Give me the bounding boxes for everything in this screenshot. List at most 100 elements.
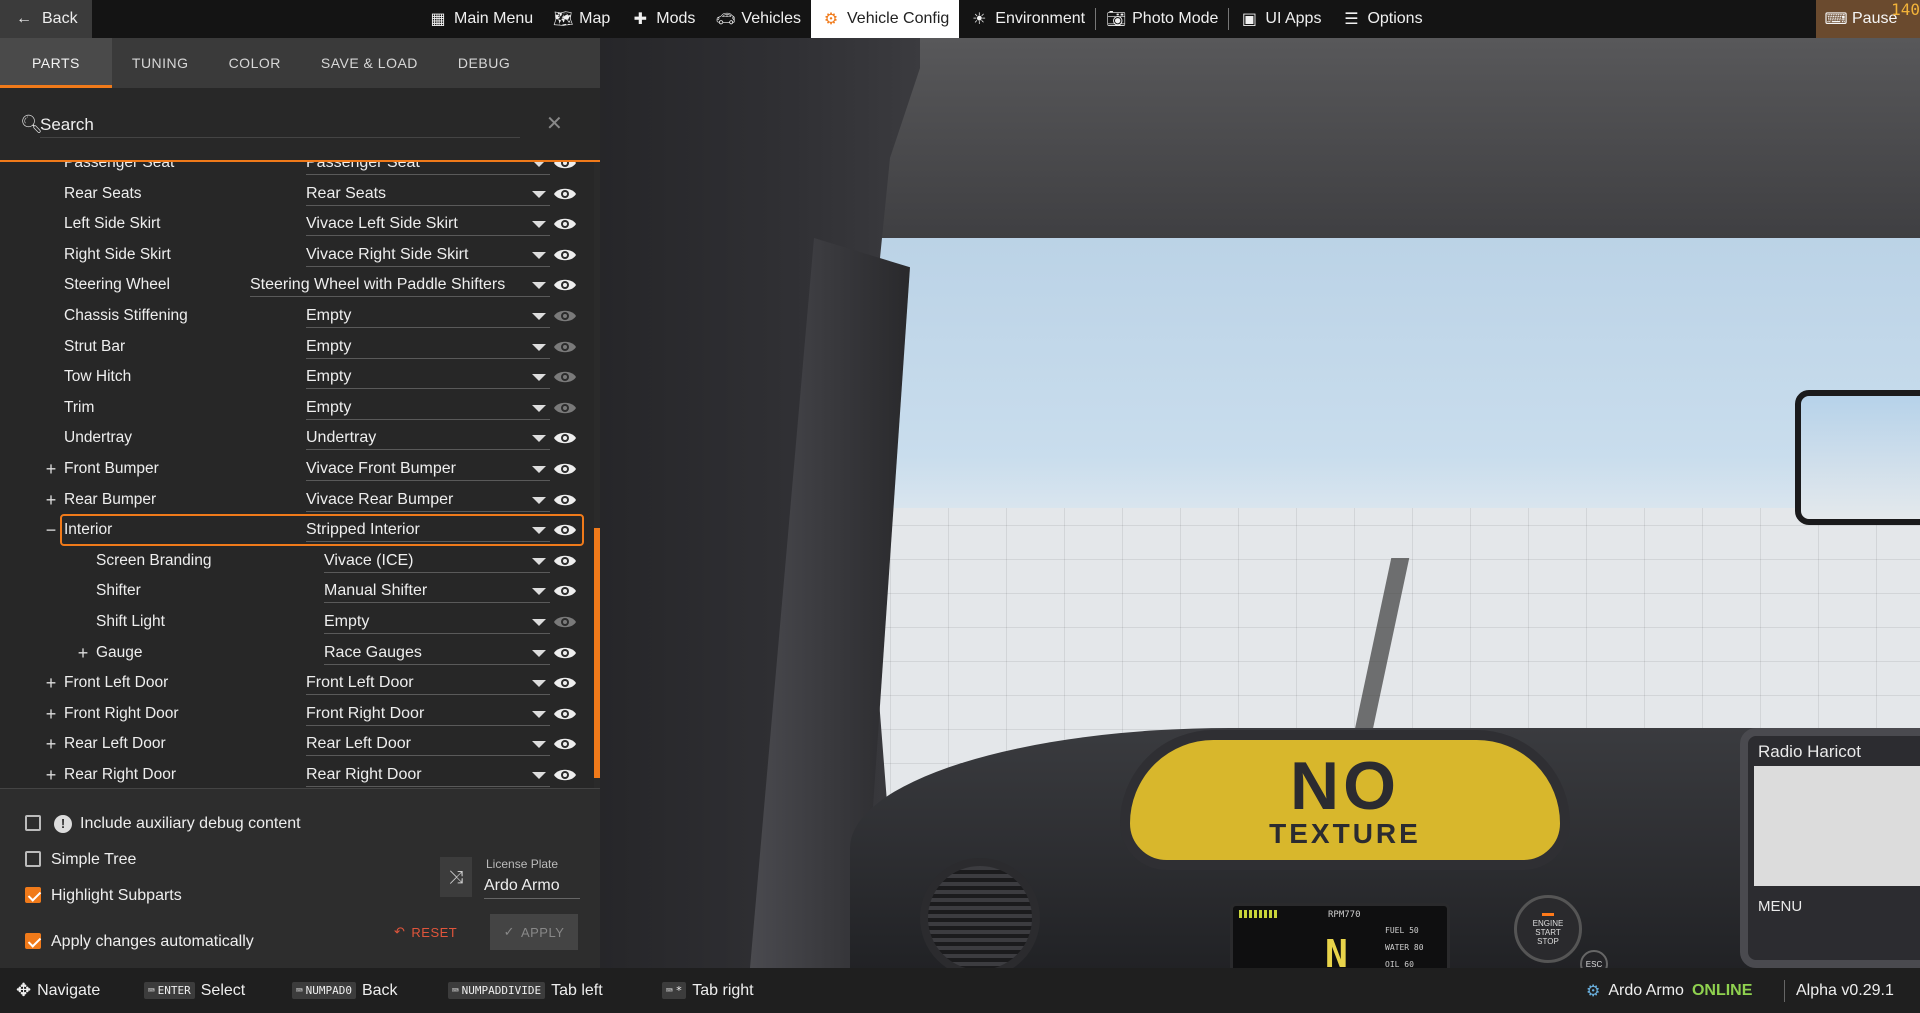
part-value-select[interactable]: Race Gauges <box>324 641 550 665</box>
eye-icon[interactable] <box>553 522 577 538</box>
part-value-select[interactable]: Empty <box>306 396 550 420</box>
eye-icon[interactable] <box>553 492 577 508</box>
eye-icon[interactable] <box>553 216 577 232</box>
part-value-select[interactable]: Rear Right Door <box>306 763 550 787</box>
part-row[interactable]: Tow Hitch Empty <box>0 362 594 392</box>
chevron-down-icon[interactable] <box>532 162 546 167</box>
chevron-down-icon[interactable] <box>532 557 546 565</box>
part-row[interactable]: Left Side Skirt Vivace Left Side Skirt <box>0 209 594 239</box>
eye-icon[interactable] <box>553 614 577 630</box>
eye-icon[interactable] <box>553 553 577 569</box>
apply-button[interactable]: ✓ APPLY <box>490 914 578 950</box>
expand-icon[interactable]: + <box>44 673 58 694</box>
expand-icon[interactable]: + <box>44 765 58 786</box>
nav-vehicle-config[interactable]: ⚙ Vehicle Config <box>811 0 960 38</box>
chevron-down-icon[interactable] <box>532 465 546 473</box>
chevron-down-icon[interactable] <box>532 526 546 534</box>
eye-icon[interactable] <box>553 186 577 202</box>
part-row[interactable]: Screen Branding Vivace (ICE) <box>0 546 594 576</box>
eye-icon[interactable] <box>553 430 577 446</box>
back-button[interactable]: ← Back <box>0 0 92 38</box>
chevron-down-icon[interactable] <box>532 404 546 412</box>
part-value-select[interactable]: Rear Left Door <box>306 732 550 756</box>
part-value-select[interactable]: Vivace Front Bumper <box>306 457 550 481</box>
expand-icon[interactable]: + <box>44 734 58 755</box>
chevron-down-icon[interactable] <box>532 679 546 687</box>
apply-auto-checkbox[interactable] <box>25 933 41 949</box>
eye-icon[interactable] <box>553 247 577 263</box>
eye-icon[interactable] <box>553 308 577 324</box>
part-row[interactable]: + Gauge Race Gauges <box>0 638 594 668</box>
license-plate-field[interactable]: Ardo Armo <box>484 873 580 899</box>
part-value-select[interactable]: Manual Shifter <box>324 579 550 603</box>
part-row[interactable]: Rear Seats Rear Seats <box>0 179 594 209</box>
part-value-select[interactable]: Stripped Interior <box>306 518 550 542</box>
expand-icon[interactable]: + <box>76 643 90 664</box>
part-row[interactable]: Right Side Skirt Vivace Right Side Skirt <box>0 240 594 270</box>
chevron-down-icon[interactable] <box>532 434 546 442</box>
eye-icon[interactable] <box>553 369 577 385</box>
part-value-select[interactable]: Rear Seats <box>306 182 550 206</box>
expand-icon[interactable]: + <box>44 459 58 480</box>
eye-icon[interactable] <box>553 339 577 355</box>
part-value-select[interactable]: Front Left Door <box>306 671 550 695</box>
eye-icon[interactable] <box>553 767 577 783</box>
part-row[interactable]: + Front Left Door Front Left Door <box>0 668 594 698</box>
scrollbar-thumb[interactable] <box>594 528 600 778</box>
part-row[interactable]: + Front Bumper Vivace Front Bumper <box>0 454 594 484</box>
chevron-down-icon[interactable] <box>532 618 546 626</box>
collapse-icon[interactable]: − <box>44 520 58 541</box>
nav-main-menu[interactable]: ▦ Main Menu <box>418 0 543 38</box>
part-row[interactable]: Steering Wheel Steering Wheel with Paddle… <box>0 270 594 300</box>
eye-icon[interactable] <box>553 162 577 171</box>
chevron-down-icon[interactable] <box>532 740 546 748</box>
eye-icon[interactable] <box>553 706 577 722</box>
part-row[interactable]: + Rear Bumper Vivace Rear Bumper <box>0 485 594 515</box>
eye-icon[interactable] <box>553 736 577 752</box>
part-row[interactable]: Shifter Manual Shifter <box>0 576 594 606</box>
part-value-select[interactable]: Empty <box>306 304 550 328</box>
scrollbar[interactable] <box>594 162 600 788</box>
part-row[interactable]: + Front Right Door Front Right Door <box>0 699 594 729</box>
part-value-select[interactable]: Empty <box>306 365 550 389</box>
chevron-down-icon[interactable] <box>532 373 546 381</box>
part-row[interactable]: Passenger Seat Passenger Seat <box>0 162 594 178</box>
chevron-down-icon[interactable] <box>532 710 546 718</box>
eye-icon[interactable] <box>553 675 577 691</box>
tab-debug[interactable]: DEBUG <box>438 38 530 88</box>
chevron-down-icon[interactable] <box>532 251 546 259</box>
chevron-down-icon[interactable] <box>532 649 546 657</box>
nav-photo-mode[interactable]: 📷︎ Photo Mode <box>1096 0 1228 38</box>
expand-icon[interactable]: + <box>44 490 58 511</box>
expand-icon[interactable]: + <box>44 704 58 725</box>
reset-button[interactable]: ↶ RESET <box>394 915 457 949</box>
tab-parts[interactable]: PARTS <box>0 38 112 88</box>
part-value-select[interactable]: Passenger Seat <box>306 162 550 175</box>
part-value-select[interactable]: Empty <box>324 610 550 634</box>
search-input[interactable] <box>40 112 520 138</box>
part-row[interactable]: Shift Light Empty <box>0 607 594 637</box>
part-row[interactable]: Strut Bar Empty <box>0 332 594 362</box>
randomize-plate-button[interactable]: ⤨ <box>440 857 472 897</box>
part-value-select[interactable]: Vivace Rear Bumper <box>306 488 550 512</box>
chevron-down-icon[interactable] <box>532 190 546 198</box>
eye-icon[interactable] <box>553 645 577 661</box>
tab-save-load[interactable]: SAVE & LOAD <box>301 38 438 88</box>
part-value-select[interactable]: Front Right Door <box>306 702 550 726</box>
tab-tuning[interactable]: TUNING <box>112 38 209 88</box>
part-value-select[interactable]: Vivace Left Side Skirt <box>306 212 550 236</box>
eye-icon[interactable] <box>553 277 577 293</box>
part-value-select[interactable]: Steering Wheel with Paddle Shifters <box>250 273 550 297</box>
close-icon[interactable]: ✕ <box>546 111 563 136</box>
part-row[interactable]: Chassis Stiffening Empty <box>0 301 594 331</box>
part-row[interactable]: Undertray Undertray <box>0 423 594 453</box>
part-row[interactable]: + Rear Left Door Rear Left Door <box>0 729 594 759</box>
nav-mods[interactable]: ✚ Mods <box>620 0 705 38</box>
part-value-select[interactable]: Empty <box>306 335 550 359</box>
aux-debug-checkbox[interactable] <box>25 815 41 831</box>
nav-options[interactable]: ☰ Options <box>1331 0 1432 38</box>
nav-environment[interactable]: ☀ Environment <box>959 0 1095 38</box>
highlight-subparts-checkbox[interactable] <box>25 887 41 903</box>
tab-color[interactable]: COLOR <box>209 38 301 88</box>
part-value-select[interactable]: Vivace (ICE) <box>324 549 550 573</box>
